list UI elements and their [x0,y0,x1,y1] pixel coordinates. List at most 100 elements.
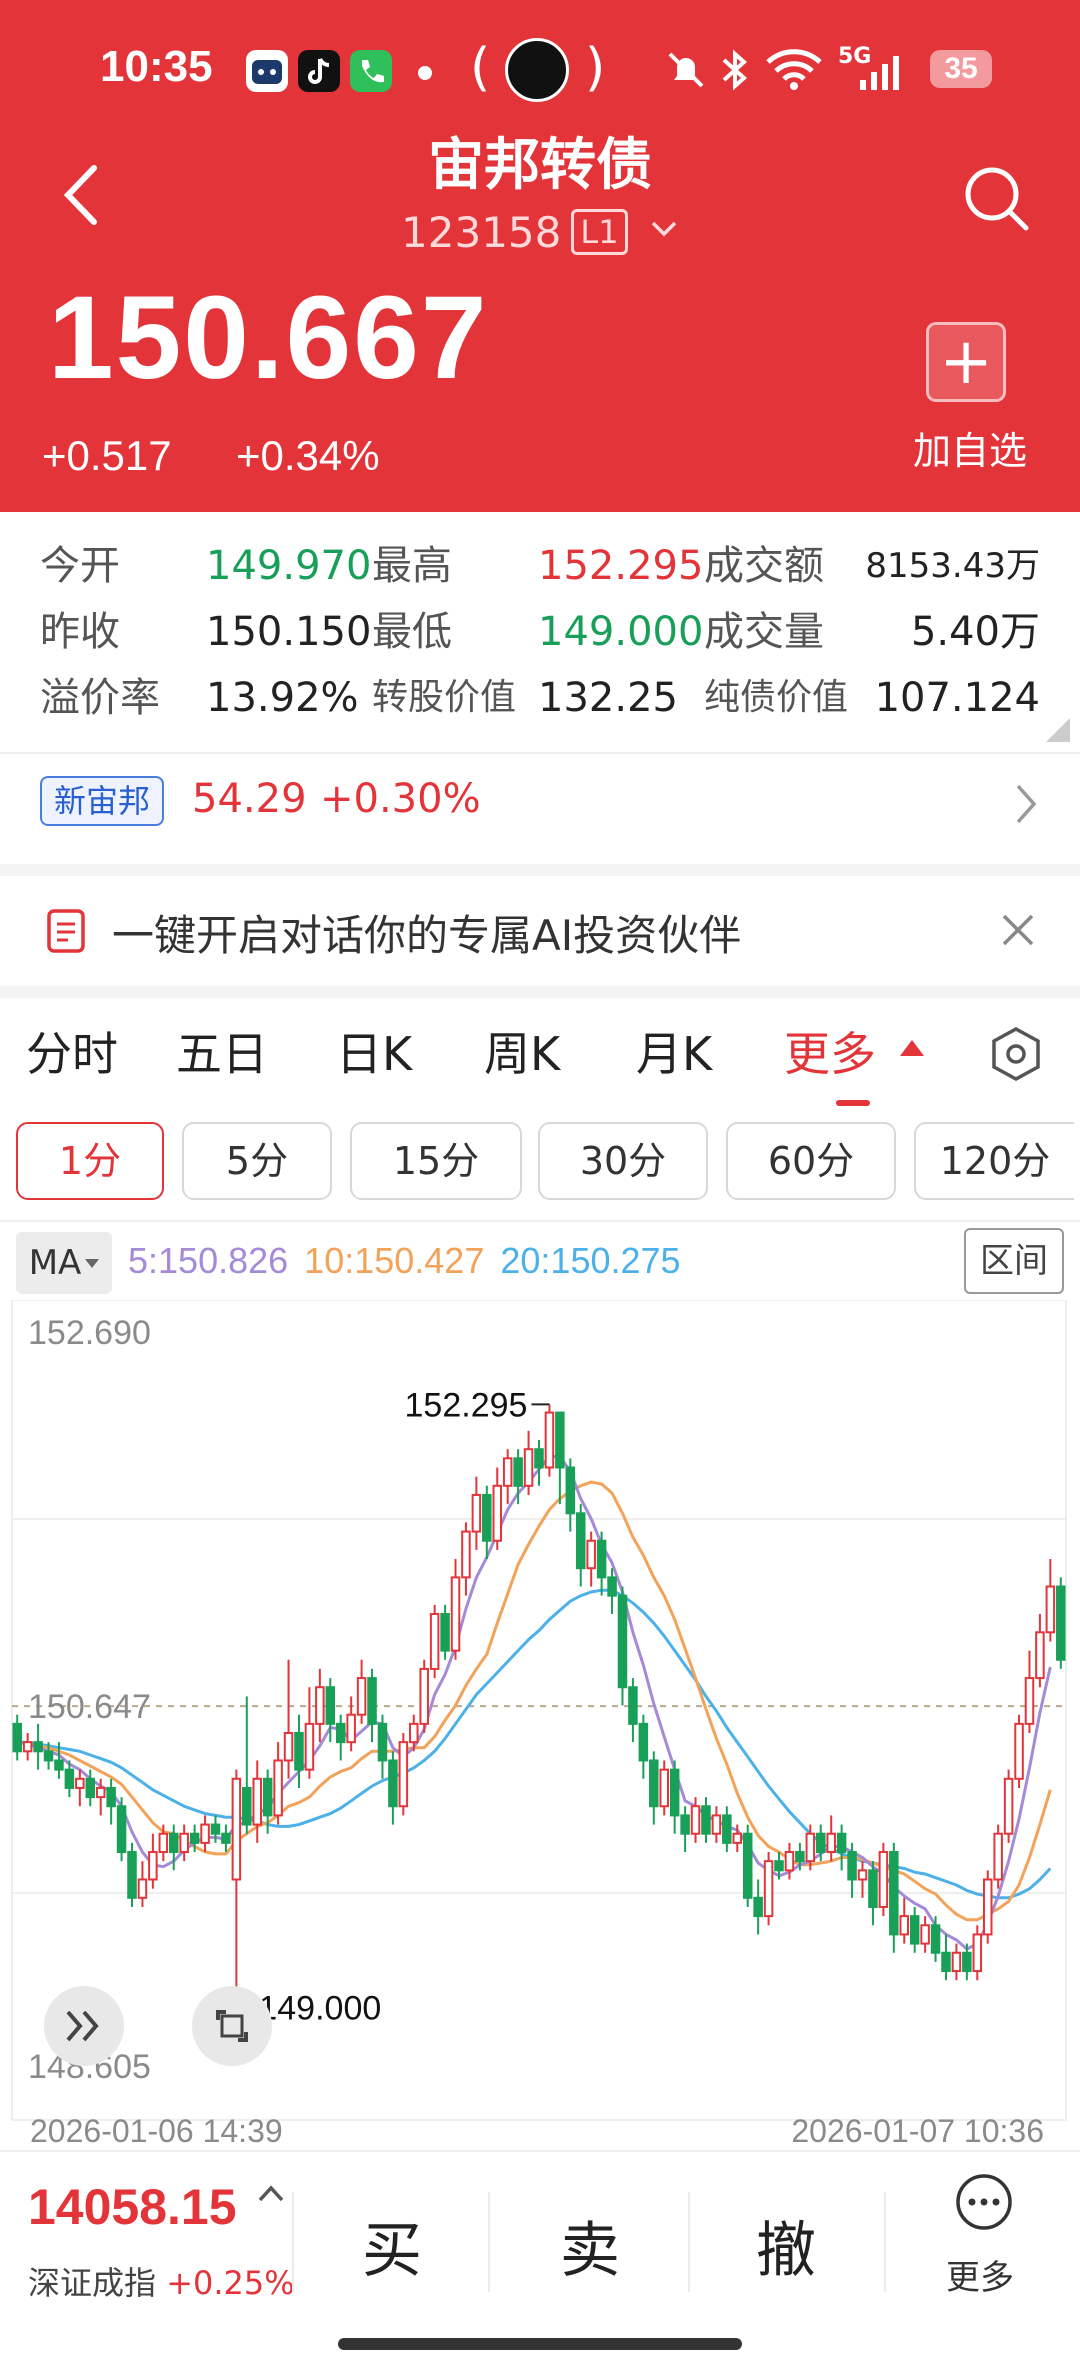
tab-intraday[interactable]: 分时 [26,1018,118,1084]
candle-down [210,1823,221,1835]
candle-down [106,1786,116,1808]
range-button[interactable]: 区间 [964,1228,1064,1294]
interval-1min[interactable]: 1分 [16,1122,164,1200]
prev-close-label: 昨收 [40,609,120,655]
tab-five-day[interactable]: 五日 [176,1018,268,1084]
mute-icon [664,48,708,102]
underlying-change: +0.30% [320,776,481,822]
fullscreen-button[interactable] [192,1986,272,2066]
candle-down [847,1851,857,1881]
open-label: 今开 [40,543,120,589]
candle-up [409,1722,419,1744]
candle-down [377,1722,388,1762]
candle-up [492,1484,503,1542]
divider [292,2192,294,2292]
candle-down [513,1457,523,1487]
candle-down [909,1915,920,1945]
close-icon[interactable] [998,910,1038,954]
search-icon[interactable] [958,160,1038,244]
ma-indicator-button[interactable]: MA [16,1232,112,1294]
tab-more[interactable]: 更多 [784,1018,876,1084]
candle-down [335,1722,346,1744]
candle-up [75,1777,85,1789]
chevron-down-icon[interactable] [649,200,679,249]
chart-frame [11,1300,1067,2121]
conv-value-label: 转股价值 [372,677,517,718]
ma5-value: 5:150.826 [128,1240,289,1281]
cancel-button[interactable]: 撤 [756,2202,816,2289]
candle-down [189,1832,200,1844]
candle-down [722,1814,732,1844]
candle-down [607,1576,617,1597]
candle-up [158,1832,169,1854]
candle-up [659,1768,669,1808]
candle-up [920,1924,930,1945]
underlying-stock-row[interactable]: 新宙邦 54.29 +0.30% [0,754,1080,864]
candle-up [711,1814,722,1835]
interval-5min[interactable]: 5分 [182,1122,332,1200]
caret-down-icon [85,1259,100,1268]
interval-120min[interactable]: 120分 [914,1122,1074,1200]
candle-down [596,1539,607,1579]
sell-button[interactable]: 卖 [560,2202,620,2289]
candle-down [816,1832,826,1854]
tab-active-underline [836,1100,870,1106]
candle-down [575,1512,586,1570]
left-paren: ( [470,38,491,98]
candlestick-chart[interactable]: 152.690150.647148.605152.295149.0002026-… [0,1300,1080,2150]
index-change: +0.25% [166,2264,295,2302]
tab-daily-k[interactable]: 日K [336,1018,412,1084]
home-indicator[interactable] [338,2338,742,2350]
candle-up [951,1951,962,1973]
section-gap [0,864,1080,876]
ma20-value: 20:150.275 [500,1240,681,1281]
candle-up [304,1722,315,1771]
interval-60min[interactable]: 60分 [726,1122,896,1200]
chevron-right-icon[interactable] [1012,782,1040,830]
volume-value: 5.40万 [910,609,1040,655]
candle-down [33,1741,43,1753]
quote-header: 10:35 ( ) 5G 35 宙邦转债 123158 L1 150.667 +… [0,0,1080,512]
candle-up [1024,1677,1035,1725]
candle-up [461,1530,471,1579]
add-watchlist-label[interactable]: 加自选 [900,420,1040,475]
candle-down [617,1594,628,1689]
candle-up [763,1860,774,1918]
price-change-pct: +0.34% [236,432,380,479]
candle-up [690,1805,701,1835]
divider [0,1220,1080,1222]
interval-15min[interactable]: 15分 [350,1122,522,1200]
candle-down [669,1768,680,1817]
conv-value: 132.25 [538,675,678,721]
tab-weekly-k[interactable]: 周K [484,1018,560,1084]
candle-up [826,1832,836,1854]
y-axis-label: 152.690 [28,1314,151,1352]
candle-up [283,1732,294,1762]
tab-monthly-k[interactable]: 月K [636,1018,712,1084]
bluetooth-icon [718,48,752,102]
candle-down [12,1722,22,1753]
double-chevron-icon [66,2010,99,2042]
ai-banner[interactable]: 一键开启对话你的专属AI投资伙伴 [0,876,1080,986]
wifi-icon [764,46,824,102]
candle-down [54,1759,64,1771]
more-button[interactable]: 更多 [930,2172,1040,2312]
turnover-value: 8153.43万 [865,546,1040,586]
add-watchlist-button[interactable]: + [926,322,1006,402]
interval-30min[interactable]: 30分 [538,1122,708,1200]
bond-code: 123158 [401,208,562,257]
settings-icon[interactable] [990,1026,1042,1086]
expand-left-button[interactable] [44,1986,124,2066]
open-value: 149.970 [206,543,372,589]
candle-down [962,1951,972,1973]
buy-button[interactable]: 买 [362,2202,422,2289]
bond-code-line[interactable]: 123158 L1 [0,200,1080,257]
candle-up [586,1539,596,1570]
candle-up [784,1851,795,1872]
candle-down [742,1832,753,1899]
ai-banner-text[interactable]: 一键开启对话你的专属AI投资伙伴 [112,902,741,963]
underlying-stock-tag[interactable]: 新宙邦 [40,776,165,826]
candle-up [346,1713,356,1744]
candle-up [732,1832,743,1844]
candle-up [273,1759,283,1817]
